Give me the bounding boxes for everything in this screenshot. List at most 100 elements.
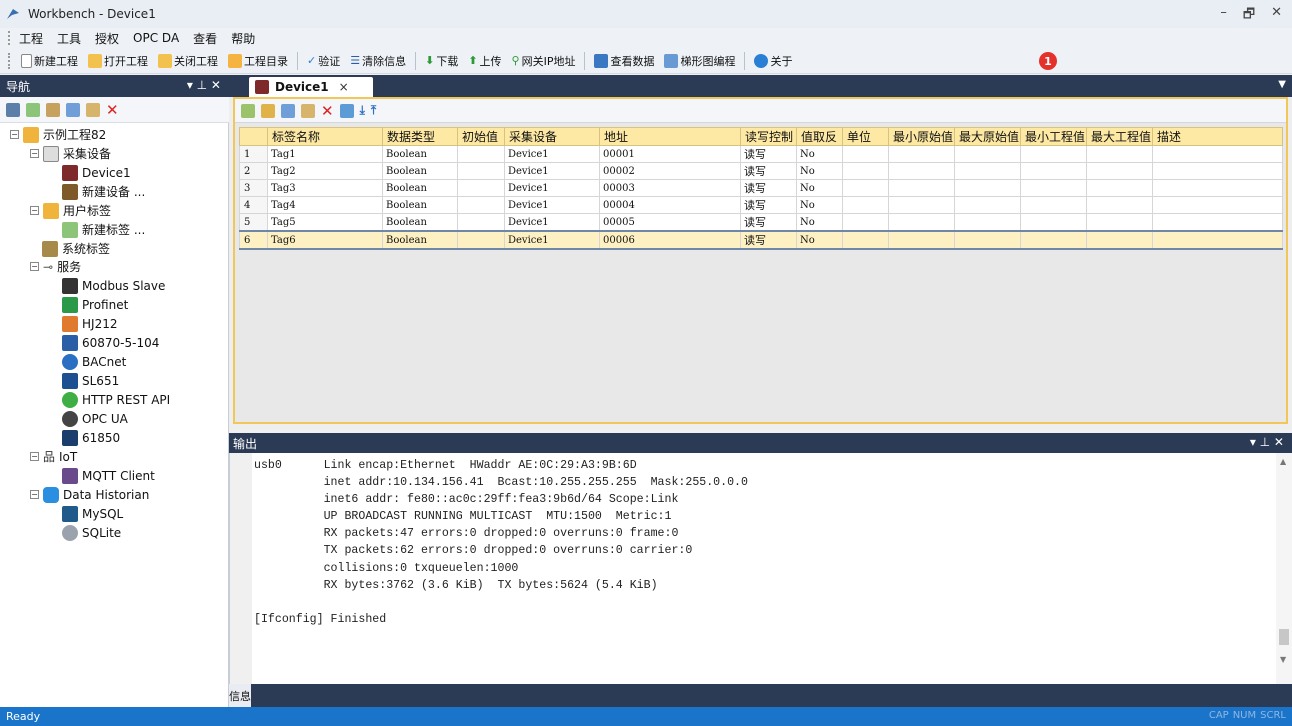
cell-address[interactable]: 00003 xyxy=(599,179,741,197)
cell-max-raw[interactable] xyxy=(954,162,1021,180)
upload-button[interactable]: ⬆ 上传 xyxy=(464,50,505,72)
cell-invert[interactable]: No xyxy=(796,179,843,197)
open-project-button[interactable]: 打开工程 xyxy=(84,50,152,72)
menu-help[interactable]: 帮助 xyxy=(231,30,255,47)
tab-list-dropdown-icon[interactable]: ▼ xyxy=(1278,79,1286,90)
cell-max-eng[interactable] xyxy=(1086,213,1153,232)
cell-min-eng[interactable] xyxy=(1020,196,1087,214)
cell-min-raw[interactable] xyxy=(888,162,955,180)
tree-http-rest[interactable]: HTTP REST API xyxy=(62,390,170,409)
col-max-raw[interactable]: 最大原始值 xyxy=(954,127,1021,146)
cell-address[interactable]: 00006 xyxy=(599,230,741,250)
tree-services[interactable]: − ⊸ 服务 xyxy=(30,257,81,276)
tree-opcua[interactable]: OPC UA xyxy=(62,409,128,428)
collapse-icon[interactable]: − xyxy=(10,130,19,139)
cell-tag-name[interactable]: Tag5 xyxy=(267,213,383,232)
close-window-button[interactable]: ✕ xyxy=(1271,5,1282,27)
col-unit[interactable]: 单位 xyxy=(842,127,889,146)
clear-info-button[interactable]: ☰ 清除信息 xyxy=(346,50,410,72)
cell-rw[interactable]: 读写 xyxy=(740,145,797,163)
cell-initial[interactable] xyxy=(457,162,505,180)
restore-button[interactable]: 🗗 xyxy=(1243,5,1255,27)
nav-panel-controls[interactable]: ▾ ⊥ ✕ xyxy=(187,78,221,92)
cell-min-eng[interactable] xyxy=(1020,230,1087,250)
collapse-icon[interactable]: − xyxy=(30,206,39,215)
cell-initial[interactable] xyxy=(457,213,505,232)
cell-unit[interactable] xyxy=(842,196,889,214)
cell-address[interactable]: 00001 xyxy=(599,145,741,163)
collapse-icon[interactable]: − xyxy=(30,452,39,461)
menu-tools[interactable]: 工具 xyxy=(57,30,81,47)
col-description[interactable]: 描述 xyxy=(1152,127,1283,146)
cell-address[interactable]: 00002 xyxy=(599,162,741,180)
gateway-ip-button[interactable]: ⚲ 网关IP地址 xyxy=(508,50,580,72)
tree-new-device[interactable]: 新建设备 ... xyxy=(62,182,145,201)
cell-description[interactable] xyxy=(1152,196,1283,214)
project-dir-button[interactable]: 工程目录 xyxy=(224,50,292,72)
paste-icon[interactable] xyxy=(86,102,100,117)
cell-unit[interactable] xyxy=(842,230,889,250)
cell-min-eng[interactable] xyxy=(1020,145,1087,163)
download-button[interactable]: ⬇ 下载 xyxy=(421,50,462,72)
ladder-button[interactable]: 梯形图编程 xyxy=(660,50,739,72)
copy-icon[interactable] xyxy=(281,103,295,118)
cell-max-eng[interactable] xyxy=(1086,145,1153,163)
table-row[interactable]: 4 Tag4 Boolean Device1 00004 读写 No xyxy=(239,196,1283,214)
cell-device[interactable]: Device1 xyxy=(504,145,600,163)
collapse-icon[interactable]: − xyxy=(30,490,39,499)
col-address[interactable]: 地址 xyxy=(599,127,741,146)
tab-info[interactable]: 信息 xyxy=(229,684,251,707)
about-button[interactable]: 关于 xyxy=(750,50,796,72)
cell-tag-name[interactable]: Tag3 xyxy=(267,179,383,197)
menu-license[interactable]: 授权 xyxy=(95,30,119,47)
col-device[interactable]: 采集设备 xyxy=(504,127,600,146)
output-scrollbar[interactable]: ▲ ▼ xyxy=(1276,453,1292,684)
delete-icon[interactable]: ✕ xyxy=(321,102,334,120)
cell-max-raw[interactable] xyxy=(954,230,1021,250)
cell-min-raw[interactable] xyxy=(888,230,955,250)
cell-description[interactable] xyxy=(1152,179,1283,197)
collapse-icon[interactable]: − xyxy=(30,262,39,271)
cell-initial[interactable] xyxy=(457,145,505,163)
col-min-raw[interactable]: 最小原始值 xyxy=(888,127,955,146)
tree-profinet[interactable]: Profinet xyxy=(62,295,128,314)
export-icon[interactable]: ⤒ xyxy=(371,103,376,118)
cell-description[interactable] xyxy=(1152,145,1283,163)
cell-max-eng[interactable] xyxy=(1086,162,1153,180)
menu-project[interactable]: 工程 xyxy=(19,30,43,47)
tab-device1[interactable]: Device1 × xyxy=(249,77,373,97)
tree-data-historian[interactable]: − Data Historian xyxy=(30,485,149,504)
import-icon[interactable]: ⤓ xyxy=(360,103,365,118)
cell-rw[interactable]: 读写 xyxy=(740,196,797,214)
cell-invert[interactable]: No xyxy=(796,230,843,250)
cell-min-eng[interactable] xyxy=(1020,179,1087,197)
table-row-selected[interactable]: 6 Tag6 Boolean Device1 00006 读写 No xyxy=(239,230,1283,250)
cell-data-type[interactable]: Boolean xyxy=(382,162,458,180)
cell-max-raw[interactable] xyxy=(954,179,1021,197)
add-tag-icon[interactable] xyxy=(26,102,40,117)
cell-tag-name[interactable]: Tag4 xyxy=(267,196,383,214)
cell-description[interactable] xyxy=(1152,230,1283,250)
col-max-eng[interactable]: 最大工程值 xyxy=(1086,127,1153,146)
cell-max-raw[interactable] xyxy=(954,196,1021,214)
tree-modbus-slave[interactable]: Modbus Slave xyxy=(62,276,165,295)
refresh-icon[interactable] xyxy=(339,103,354,118)
cell-address[interactable]: 00004 xyxy=(599,196,741,214)
tree-hj212[interactable]: HJ212 xyxy=(62,314,117,333)
tree-bacnet[interactable]: BACnet xyxy=(62,352,126,371)
cell-min-raw[interactable] xyxy=(888,145,955,163)
cell-initial[interactable] xyxy=(457,230,505,250)
cell-min-raw[interactable] xyxy=(888,213,955,232)
cell-device[interactable]: Device1 xyxy=(504,196,600,214)
cell-initial[interactable] xyxy=(457,196,505,214)
properties-icon[interactable] xyxy=(46,102,60,117)
tree-iec61850[interactable]: 61850 xyxy=(62,428,120,447)
cell-min-raw[interactable] xyxy=(888,179,955,197)
cell-min-raw[interactable] xyxy=(888,196,955,214)
cell-description[interactable] xyxy=(1152,213,1283,232)
scroll-up-icon[interactable]: ▲ xyxy=(1280,457,1286,466)
add-tag-icon[interactable] xyxy=(241,103,255,118)
tree-sl651[interactable]: SL651 xyxy=(62,371,119,390)
copy-icon[interactable] xyxy=(66,102,80,117)
tree-iec104[interactable]: 60870-5-104 xyxy=(62,333,159,352)
